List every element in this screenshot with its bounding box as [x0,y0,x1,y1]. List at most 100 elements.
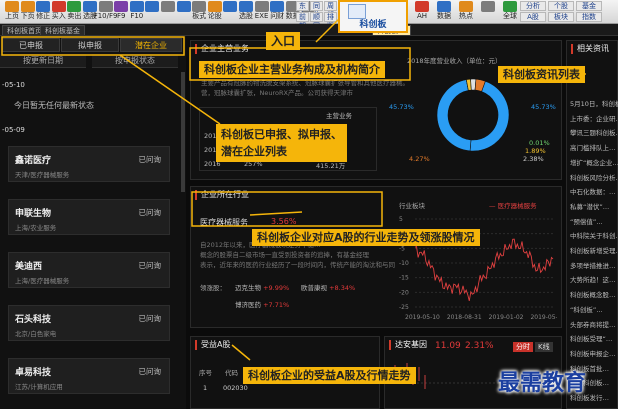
ribbon-button[interactable]: 周期 [324,1,337,19]
company-card[interactable]: 鑫诺医疗 天津/医疗器械服务 已问询 [8,146,170,182]
ribbon-big-button[interactable]: 全球 [500,1,520,21]
industry-panel: 企业所在行业 医疗器械服务 3.56% 自2012年以来，医疗器械板块走势平稳…… [190,186,562,328]
toolbar-f10-button[interactable]: F10 [129,1,145,21]
y-tick-label: -20 [399,289,409,296]
wencai-icon [270,1,285,12]
news-item[interactable]: 增扩“概念企业… [570,156,618,171]
news-panel: 相关资讯 5月10日，科创板……上市委：企业研…攀讯三题科创板…高门槛排队上…增… [566,40,618,409]
business-desc: 主要产品有冠脉药物洗脱支架系统、冠脉球囊扩张导管和其他医疗器械。 [201,79,409,87]
news-item[interactable]: 科创板受理“… [570,332,618,347]
toolbar-tool-button[interactable] [222,1,238,12]
news-item[interactable]: 5月10日，科创板…… [570,97,618,112]
ribbon-icon [415,1,429,12]
sort-by-date[interactable]: 按更新日期 [0,54,86,68]
news-item[interactable]: 头部券商将提… [570,318,618,333]
donut-slice [436,79,472,152]
donut-label: 2.38% [523,155,544,163]
annotation-news: 科创板资讯列表 [498,66,585,84]
stock-name[interactable]: 达安基因 [389,340,427,350]
buy-icon [51,1,66,12]
leader-pct: +9.99% [263,284,290,292]
tool-icon [145,1,160,12]
news-item[interactable]: 上市委：企业研… [570,112,618,127]
y-tick-label: -10 [399,260,409,267]
news-item[interactable]: 科创板风险分析… [570,171,618,186]
tab-to-declare[interactable]: 拟申报 [61,38,119,52]
table-cell: 1 [203,384,208,392]
news-item[interactable]: 中科院关于科创… [570,229,618,244]
table-cell[interactable]: 002030 [223,384,248,392]
company-status: 已问询 [138,208,162,217]
tab-kcb-fund[interactable]: 科创板基金 [40,25,85,35]
ribbon-big-button[interactable] [478,1,498,12]
business-desc: 营，冠脉球囊扩张，NeuroRX产品。公司获得天津市 [201,89,353,97]
donut-label: 4.27% [409,155,430,163]
y-tick-label: -5 [399,245,405,252]
sort-by-status[interactable]: 按申报状态 [92,54,178,68]
screener-icon [239,1,253,12]
leader-stock[interactable]: 迈克生物 +9.99% [235,282,289,292]
leader-stock[interactable]: 欧普康视 +8.34% [301,282,355,292]
toolbar-tool-button[interactable] [144,1,160,12]
ribbon-button[interactable]: 同花 [310,1,323,19]
chart-label: 行业板块 [399,202,425,210]
leader-name: 迈克生物 [235,284,261,292]
tool-icon [176,1,191,12]
news-item[interactable]: 科创板概念股… [570,288,618,303]
ribbon-small-button[interactable]: 基金 [576,1,602,11]
leader-name: 欧普康视 [301,284,327,292]
column-header: 序号 [199,369,212,377]
prev-page-icon [5,1,19,12]
leader-pct: +7.71% [263,301,290,309]
chart-legend: — 医疗器械服务 [489,202,537,210]
annotation-entry: 入口 [266,32,301,51]
industry-name[interactable]: 医疗器械服务 [200,217,248,228]
news-item[interactable]: “预偿值”… [570,215,618,230]
news-item[interactable]: 高门槛排队上… [570,141,618,156]
company-status: 已问询 [138,155,162,164]
panel-title: 相关资讯 [571,44,609,54]
ribbon-button[interactable]: 东方 [296,1,309,19]
ribbon-small-button[interactable]: 板块 [548,12,574,22]
ribbon-small-button[interactable]: A股 [520,12,546,22]
annotation-business: 科创板企业主营业务构成及机构简介 [199,61,385,79]
ribbon-button[interactable]: 顺网 [310,12,323,30]
donut-label: 1.89% [525,147,546,155]
company-card[interactable]: 卓易科技 江苏/计算机应用 已问询 [8,358,170,394]
annotation-line: 潜在企业列表 [221,145,287,158]
industry-desc: 表示，近年来的医药行业经历了一段时间内，传统产能的淘汰和与同 [200,261,395,269]
toolbar-tool-button[interactable] [160,1,176,12]
ribbon-small-button[interactable]: 个股 [548,1,574,11]
tab-potential[interactable]: 潜在企业 [120,38,182,52]
news-item[interactable]: 攀讯三题科创板… [570,126,618,141]
news-item[interactable]: 多项举措推进… [570,259,618,274]
leader-stock[interactable]: 博济医药 +7.71% [235,299,289,309]
ribbon-label: 热点 [459,12,473,20]
f10-icon [129,1,144,12]
news-item[interactable]: 中石化数据：… [570,185,618,200]
ribbon-button[interactable]: 排版 [324,12,337,30]
company-card[interactable]: 美迪西 上海/医疗器械服务 已问询 [8,252,170,288]
company-card[interactable]: 石头科技 北京/白色家电 已问询 [8,305,170,341]
annotation-line: 科创板已申报、拟申报、 [221,128,342,141]
tab-declared[interactable]: 已申报 [2,38,60,52]
kcb-entry-button[interactable]: 科创板 [338,0,408,33]
news-item[interactable]: 科创板申报企… [570,347,618,362]
tab-kline[interactable]: K线 [535,342,553,352]
list-scrollbar[interactable] [181,72,185,192]
news-item[interactable]: 私募“潜伏”… [570,200,618,215]
ribbon-button[interactable]: 前期 [296,12,309,30]
ribbon-big-button[interactable]: 数据 [434,1,454,21]
news-item[interactable]: 大势所趋！这… [570,273,618,288]
toolbar-tool-button[interactable] [176,1,192,12]
company-card[interactable]: 申联生物 上海/农业服务 已问询 [8,199,170,235]
toolbar-forum-button[interactable]: 论股 [207,1,223,21]
ribbon-big-button[interactable]: 热点 [456,1,476,21]
declare-status-tabs: 已申报 拟申报 潜在企业 [0,38,186,52]
ribbon-big-button[interactable]: AH [412,1,432,21]
news-item[interactable]: 科创板新增受理… [570,244,618,259]
ribbon-small-button[interactable]: 分析 [520,1,546,11]
tab-intraday[interactable]: 分时 [513,342,533,352]
news-item[interactable]: “科创板”… [570,303,618,318]
ribbon-small-button[interactable]: 指数 [576,12,602,22]
